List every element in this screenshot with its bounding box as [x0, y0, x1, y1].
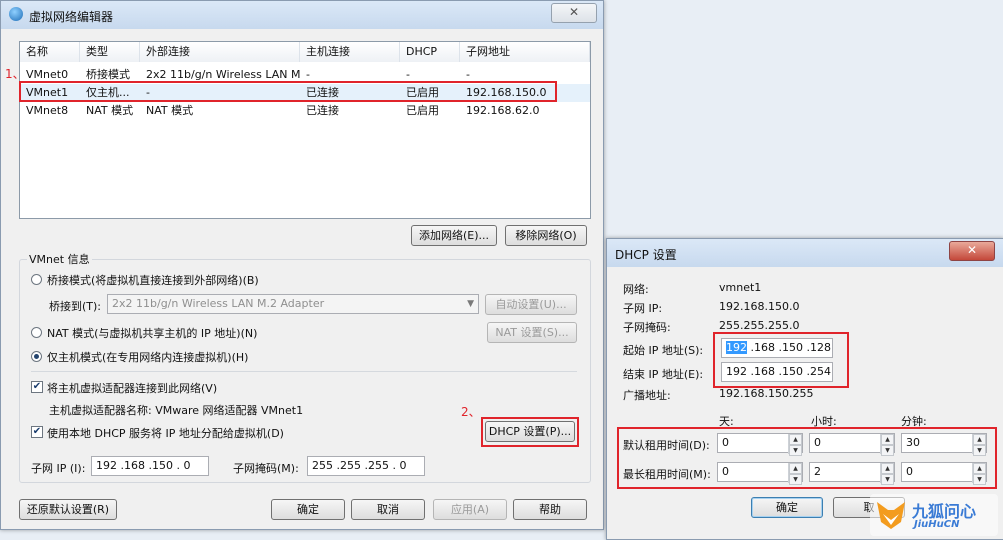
subnet-ip-label: 子网 IP: — [623, 302, 663, 315]
nat-settings-button[interactable]: NAT 设置(S)... — [487, 322, 577, 343]
host-only-mode-label[interactable]: 仅主机模式(在专用网络内连接虚拟机)(H) — [47, 349, 248, 365]
restore-defaults-button[interactable]: 还原默认设置(R) — [19, 499, 117, 520]
window-title: 虚拟网络编辑器 — [29, 10, 114, 24]
cell-dhcp: 已启用 — [406, 104, 439, 117]
subnet-mask-value: 255.255.255.0 — [719, 319, 800, 332]
step-2-label: 2、 — [461, 405, 481, 419]
connect-adapter-checkbox[interactable]: ✔ — [31, 381, 43, 393]
add-network-button[interactable]: 添加网络(E)... — [411, 225, 497, 246]
column-header-external[interactable]: 外部连接 — [140, 42, 300, 62]
watermark: 九狐问心 JiuHuCN — [870, 494, 998, 536]
network-value: vmnet1 — [719, 281, 762, 294]
cell-subnet: 192.168.62.0 — [466, 104, 540, 117]
cell-external: NAT 模式 — [146, 104, 194, 117]
highlight-ip-range — [713, 332, 849, 388]
network-list[interactable]: 名称 类型 外部连接 主机连接 DHCP 子网地址 VMnet0 桥接模式 2x… — [19, 41, 591, 219]
cell-name: VMnet8 — [26, 104, 69, 117]
bridge-mode-radio[interactable] — [31, 274, 42, 285]
nat-mode-radio[interactable] — [31, 327, 42, 338]
watermark-sub: JiuHuCN — [914, 519, 960, 530]
nat-mode-label[interactable]: NAT 模式(与虚拟机共享主机的 IP 地址)(N) — [47, 325, 257, 341]
column-header-type[interactable]: 类型 — [80, 42, 140, 62]
network-icon — [9, 7, 23, 21]
cancel-button[interactable]: 取消 — [351, 499, 425, 520]
column-header-subnet[interactable]: 子网地址 — [460, 42, 590, 62]
divider — [31, 371, 577, 372]
subnet-mask-label: 子网掩码: — [623, 321, 671, 334]
cell-host: 已连接 — [306, 104, 339, 117]
remove-network-button[interactable]: 移除网络(O) — [505, 225, 587, 246]
end-ip-label: 结束 IP 地址(E): — [623, 368, 704, 381]
subnet-ip-value: 192.168.150.0 — [719, 300, 800, 313]
apply-button[interactable]: 应用(A) — [433, 499, 507, 520]
vmnet-info-title: VMnet 信息 — [27, 251, 92, 267]
bridge-mode-label[interactable]: 桥接模式(将虚拟机直接连接到外部网络)(B) — [47, 272, 259, 288]
cell-type: NAT 模式 — [86, 104, 134, 117]
subnet-mask-label: 子网掩码(M): — [233, 462, 299, 475]
title-bar[interactable]: 虚拟网络编辑器 ✕ — [1, 1, 603, 29]
highlight-vmnet1-row — [19, 81, 557, 102]
dhcp-ok-button[interactable]: 确定 — [751, 497, 823, 518]
fox-logo-icon — [877, 502, 905, 529]
highlight-dhcp-button — [481, 417, 579, 447]
subnet-mask-input[interactable]: 255 .255 .255 . 0 — [307, 456, 425, 476]
host-only-mode-radio[interactable] — [31, 351, 42, 362]
start-ip-label: 起始 IP 地址(S): — [623, 344, 704, 357]
bridge-to-label: 桥接到(T): — [49, 300, 102, 313]
network-label: 网络: — [623, 283, 649, 296]
adapter-name-label: 主机虚拟适配器名称: VMware 网络适配器 VMnet1 — [49, 404, 304, 417]
virtual-network-editor-window: 虚拟网络编辑器 ✕ 名称 类型 外部连接 主机连接 DHCP 子网地址 VMne… — [0, 0, 604, 530]
use-dhcp-checkbox[interactable]: ✔ — [31, 426, 43, 438]
bridge-to-value: 2x2 11b/g/n Wireless LAN M.2 Adapter — [112, 297, 325, 310]
ok-button[interactable]: 确定 — [271, 499, 345, 520]
step-1-label: 1、 — [5, 67, 25, 81]
table-row[interactable]: VMnet8 NAT 模式 NAT 模式 已连接 已启用 192.168.62.… — [20, 102, 590, 120]
dhcp-close-button[interactable]: ✕ — [949, 241, 995, 261]
broadcast-value: 192.168.150.255 — [719, 387, 814, 400]
use-dhcp-label[interactable]: 使用本地 DHCP 服务将 IP 地址分配给虚拟机(D) — [47, 425, 284, 441]
column-header-dhcp[interactable]: DHCP — [400, 42, 460, 62]
dhcp-window-title: DHCP 设置 — [615, 248, 677, 262]
bridge-to-select[interactable]: 2x2 11b/g/n Wireless LAN M.2 Adapter ▼ — [107, 294, 479, 314]
help-button[interactable]: 帮助 — [513, 499, 587, 520]
chevron-down-icon: ▼ — [467, 299, 474, 309]
column-header-name[interactable]: 名称 — [20, 42, 80, 62]
connect-adapter-label[interactable]: 将主机虚拟适配器连接到此网络(V) — [47, 380, 217, 396]
close-button[interactable]: ✕ — [551, 3, 597, 23]
broadcast-label: 广播地址: — [623, 389, 671, 402]
column-header-host[interactable]: 主机连接 — [300, 42, 400, 62]
auto-settings-button[interactable]: 自动设置(U)... — [485, 294, 577, 315]
highlight-lease-times — [617, 427, 997, 489]
subnet-ip-input[interactable]: 192 .168 .150 . 0 — [91, 456, 209, 476]
subnet-ip-label: 子网 IP (I): — [31, 462, 86, 475]
dhcp-title-bar[interactable]: DHCP 设置 ✕ — [607, 239, 1003, 267]
